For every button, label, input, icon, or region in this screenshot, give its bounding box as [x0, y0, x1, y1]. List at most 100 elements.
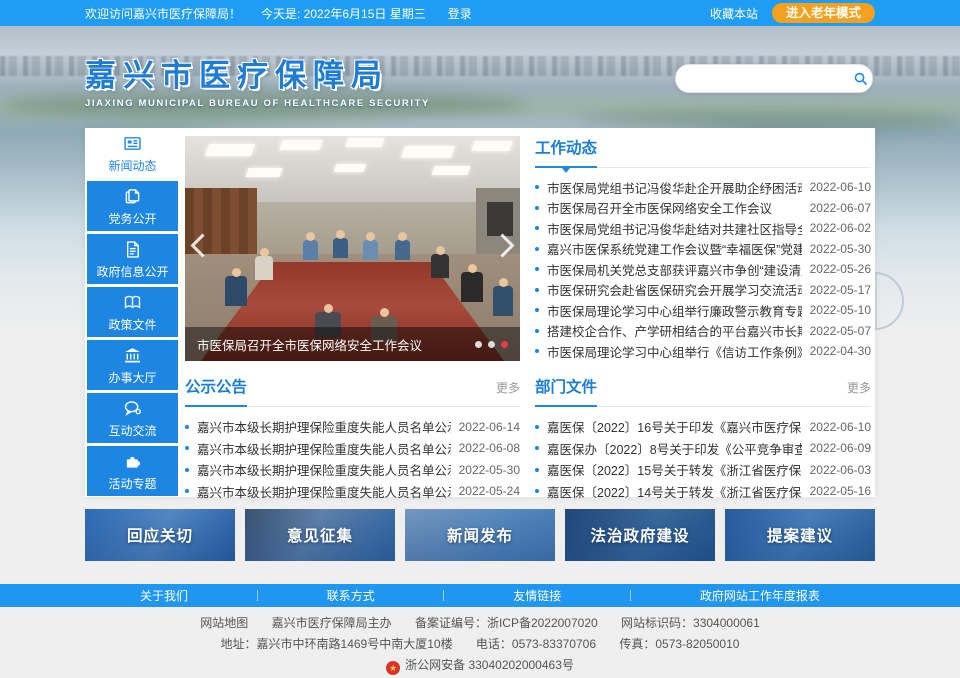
sidebar-menu: 新闻动态 党务公开 政府信息公开 — [87, 128, 180, 499]
bullet-icon — [185, 468, 189, 472]
carousel-dots — [475, 341, 508, 348]
news-item[interactable]: 嘉兴市本级长期护理保险重度失能人员名单公示 (2...2022-05-24 — [185, 481, 520, 503]
news-item[interactable]: 搭建校企合作、产学研相结合的平台嘉兴市长期护理...2022-05-07 — [535, 321, 871, 342]
sitemap-link[interactable]: 网站地图 — [200, 616, 248, 630]
document-icon — [122, 239, 143, 260]
welcome-text: 欢迎访问嘉兴市医疗保障局！ — [85, 5, 241, 22]
footer-separator — [257, 590, 258, 601]
news-item[interactable]: 市医保局机关党总支部获评嘉兴市争创“建设清廉机...2022-05-26 — [535, 259, 871, 280]
section-title[interactable]: 工作动态 — [535, 136, 597, 158]
banner-label: 新闻发布 — [405, 509, 555, 561]
news-item-title[interactable]: 市医保局党组书记冯俊华赴结对共建社区指导全国文... — [547, 219, 802, 238]
news-item[interactable]: 嘉兴市本级长期护理保险重度失能人员名单公示 (2...2022-06-08 — [185, 438, 520, 460]
search-icon[interactable] — [853, 71, 868, 86]
banner-opinion-collection[interactable]: 意见征集 — [245, 509, 395, 561]
photo-person — [225, 276, 247, 306]
news-item[interactable]: 嘉兴市本级长期护理保险重度失能人员名单公示 (2...2022-06-14 — [185, 416, 520, 438]
sidebar-item-special-topics[interactable]: 活动专题 — [87, 446, 178, 496]
favorite-link[interactable]: 收藏本站 — [710, 5, 758, 22]
book-icon — [122, 292, 143, 313]
news-item-title[interactable]: 市医保局召开全市医保网络安全工作会议 — [547, 198, 802, 217]
more-link[interactable]: 更多 — [496, 379, 520, 396]
news-item[interactable]: 市医保局理论学习中心组举行廉政警示教育专题学习...2022-05-10 — [535, 300, 871, 321]
news-item-date: 2022-04-30 — [810, 344, 871, 358]
news-item-date: 2022-06-10 — [810, 180, 871, 194]
main-content-card: 新闻动态 党务公开 政府信息公开 — [85, 128, 875, 497]
sidebar-item-gov-info[interactable]: 政府信息公开 — [87, 234, 178, 284]
banner-proposals[interactable]: 提案建议 — [725, 509, 875, 561]
bullet-icon — [185, 425, 189, 429]
news-item[interactable]: 嘉医保〔2022〕16号关于印发《嘉兴市医疗保...2022-06-10 — [535, 416, 871, 438]
search-input[interactable] — [676, 65, 853, 92]
footer-link-annual-report[interactable]: 政府网站工作年度报表 — [700, 587, 820, 604]
carousel-dot[interactable] — [488, 341, 495, 348]
news-item-title[interactable]: 嘉兴市本级长期护理保险重度失能人员名单公示 (2... — [197, 439, 451, 458]
news-item-title[interactable]: 市医保局机关党总支部获评嘉兴市争创“建设清廉机... — [547, 260, 802, 279]
news-item[interactable]: 嘉医保办〔2022〕8号关于印发《公平竞争审查...2022-06-09 — [535, 438, 871, 460]
carousel-dot[interactable] — [475, 341, 482, 348]
news-item[interactable]: 嘉医保〔2022〕14号关于转发《浙江省医疗保...2022-05-16 — [535, 481, 871, 503]
banner-respond-concerns[interactable]: 回应关切 — [85, 509, 235, 561]
banner-row: 回应关切 意见征集 新闻发布 法治政府建设 提案建议 — [85, 509, 875, 561]
sidebar-item-interaction[interactable]: 互动交流 — [87, 393, 178, 443]
date-text: 今天是: 2022年6月15日 星期三 — [261, 5, 426, 22]
security-record-text[interactable]: 浙公网安备 33040202000463号 — [405, 658, 574, 672]
photo-light — [334, 164, 367, 172]
sidebar-item-label: 办事大厅 — [108, 369, 156, 386]
sidebar-item-party-affairs[interactable]: 党务公开 — [87, 181, 178, 231]
department-files-list: 嘉医保〔2022〕16号关于印发《嘉兴市医疗保...2022-06-10 嘉医保… — [535, 416, 871, 502]
news-item-title[interactable]: 市医保研究会赴省医保研究会开展学习交流活动 — [547, 280, 802, 299]
news-item-title[interactable]: 嘉兴市医保系统党建工作会议暨“幸福医保”党建联... — [547, 239, 802, 258]
section-title[interactable]: 公示公告 — [185, 375, 247, 397]
banner-news-release[interactable]: 新闻发布 — [405, 509, 555, 561]
sidebar-item-label: 活动专题 — [108, 475, 156, 492]
sidebar-item-news[interactable]: 新闻动态 — [87, 128, 178, 178]
news-item-title[interactable]: 嘉医保办〔2022〕8号关于印发《公平竞争审查... — [547, 439, 802, 458]
news-item[interactable]: 市医保局理论学习中心组举行《信访工作条例》专题... 2022-04-30 — [535, 341, 871, 362]
search-box[interactable] — [675, 64, 873, 93]
news-item[interactable]: 嘉兴市本级长期护理保险重度失能人员名单公示 (2...2022-05-30 — [185, 459, 520, 481]
bullet-icon — [535, 425, 539, 429]
footer-link-friendly-links[interactable]: 友情链接 — [513, 587, 561, 604]
section-underline — [185, 405, 247, 407]
carousel-caption[interactable]: 市医保局召开全市医保网络安全工作会议 — [197, 335, 475, 354]
footer-link-about[interactable]: 关于我们 — [140, 587, 188, 604]
footer-link-contact[interactable]: 联系方式 — [327, 587, 375, 604]
news-item-date: 2022-06-07 — [810, 201, 871, 215]
photo-person — [461, 272, 483, 302]
bullet-icon — [535, 267, 539, 271]
login-link[interactable]: 登录 — [448, 5, 472, 22]
news-item-title[interactable]: 市医保局理论学习中心组举行廉政警示教育专题学习... — [547, 301, 802, 320]
photo-person — [333, 238, 348, 258]
news-item[interactable]: 市医保局党组书记冯俊华赴结对共建社区指导全国文... 2022-06-02 — [535, 218, 871, 239]
news-item[interactable]: 市医保局党组书记冯俊华赴企开展助企纾困活动 2022-06-10 — [535, 177, 871, 198]
news-item-title[interactable]: 嘉兴市本级长期护理保险重度失能人员名单公示 (2... — [197, 417, 451, 436]
banner-law-government[interactable]: 法治政府建设 — [565, 509, 715, 561]
news-item-title[interactable]: 嘉兴市本级长期护理保险重度失能人员名单公示 (2... — [197, 460, 451, 479]
sidebar-item-label: 政府信息公开 — [96, 263, 168, 280]
bullet-icon — [185, 489, 189, 493]
elder-mode-button[interactable]: 进入老年模式 — [772, 3, 875, 23]
news-item[interactable]: 嘉兴市医保系统党建工作会议暨“幸福医保”党建联...2022-05-30 — [535, 239, 871, 260]
carousel-dot-active[interactable] — [501, 341, 508, 348]
section-title[interactable]: 部门文件 — [535, 375, 597, 397]
news-item-title[interactable]: 嘉医保〔2022〕15号关于转发《浙江省医疗保... — [547, 460, 802, 479]
news-item[interactable]: 市医保研究会赴省医保研究会开展学习交流活动2022-05-17 — [535, 280, 871, 301]
work-news-list: 市医保局党组书记冯俊华赴企开展助企纾困活动 2022-06-10 市医保局召开全市… — [535, 177, 871, 362]
sidebar-item-service-hall[interactable]: 办事大厅 — [87, 340, 178, 390]
news-item-title[interactable]: 市医保局党组书记冯俊华赴企开展助企纾困活动 — [547, 178, 802, 197]
news-item[interactable]: 市医保局召开全市医保网络安全工作会议 2022-06-07 — [535, 198, 871, 219]
sidebar-item-policy-files[interactable]: 政策文件 — [87, 287, 178, 337]
news-item[interactable]: 嘉医保〔2022〕15号关于转发《浙江省医疗保... 2022-06-03 — [535, 459, 871, 481]
news-item-date: 2022-06-02 — [810, 221, 871, 235]
more-link[interactable]: 更多 — [847, 379, 871, 396]
news-item-title[interactable]: 嘉医保〔2022〕16号关于印发《嘉兴市医疗保... — [547, 417, 802, 436]
news-item-title[interactable]: 市医保局理论学习中心组举行《信访工作条例》专题... — [547, 342, 802, 361]
news-item-title[interactable]: 嘉兴市本级长期护理保险重度失能人员名单公示 (2... — [197, 482, 451, 501]
news-item-date: 2022-06-03 — [810, 463, 871, 477]
footer-separator — [443, 590, 444, 601]
news-carousel[interactable]: 市医保局召开全市医保网络安全工作会议 — [185, 136, 520, 361]
news-item-title[interactable]: 搭建校企合作、产学研相结合的平台嘉兴市长期护理... — [547, 321, 802, 340]
footer-info: 网站地图 嘉兴市医疗保障局主办 备案证编号：浙ICP备2022007020 网站… — [0, 613, 960, 676]
news-item-title[interactable]: 嘉医保〔2022〕14号关于转发《浙江省医疗保... — [547, 482, 802, 501]
